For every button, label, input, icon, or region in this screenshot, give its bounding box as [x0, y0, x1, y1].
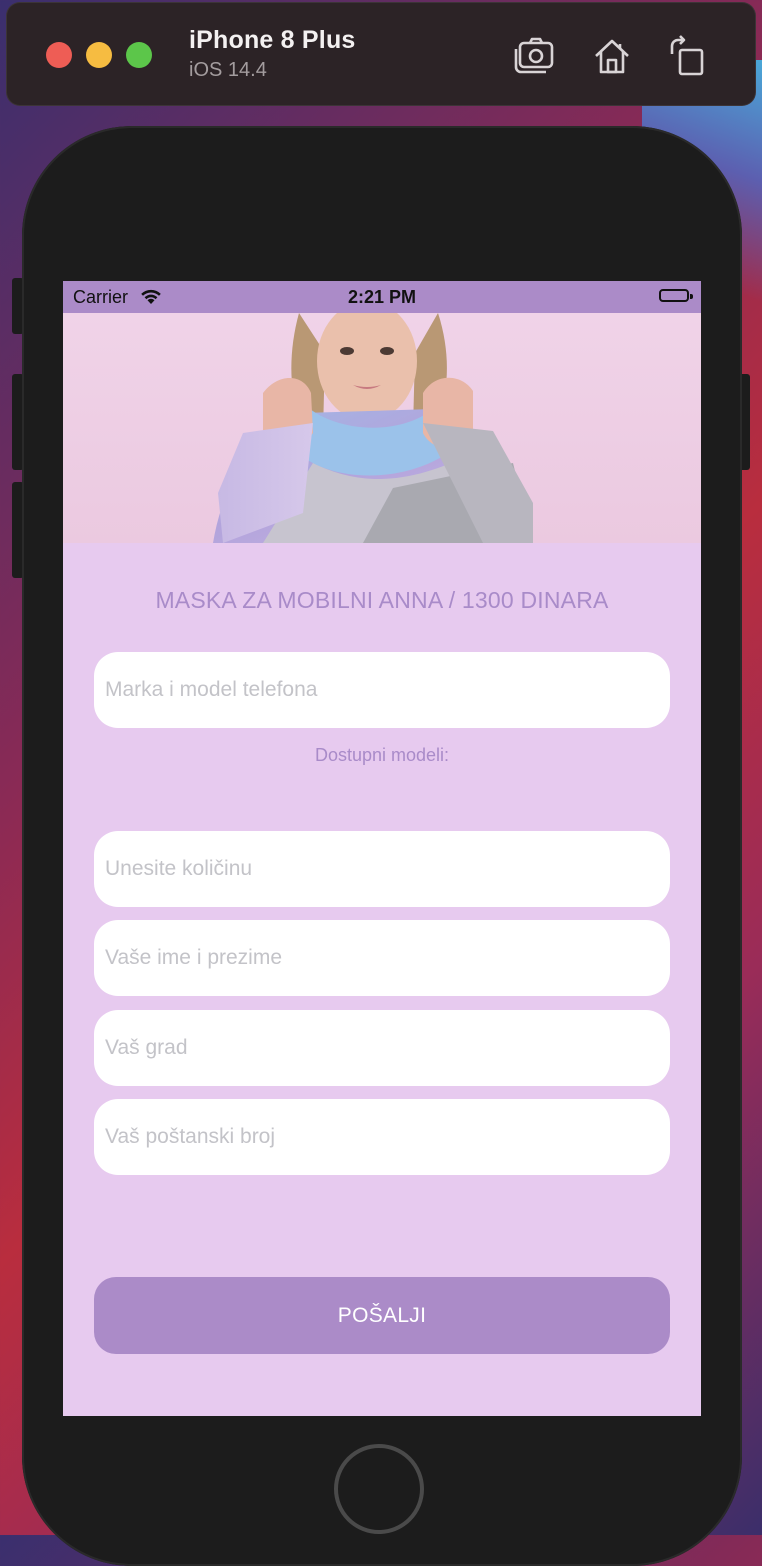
- phone-model-input[interactable]: [94, 652, 670, 728]
- os-version: iOS 14.4: [189, 59, 267, 81]
- zoom-window-button[interactable]: [126, 42, 152, 68]
- quantity-input[interactable]: [94, 831, 670, 907]
- postal-code-input[interactable]: [94, 1099, 670, 1175]
- home-button[interactable]: [334, 1444, 424, 1534]
- city-input[interactable]: [94, 1010, 670, 1086]
- status-time: 2:21 PM: [347, 287, 417, 307]
- simulator-title-bar: iPhone 8 Plus iOS 14.4: [6, 2, 756, 106]
- rotate-icon[interactable]: [662, 32, 710, 80]
- home-icon[interactable]: [588, 32, 636, 80]
- close-window-button[interactable]: [46, 42, 72, 68]
- product-title: MASKA ZA MOBILNI ANNA / 1300 DINARA: [155, 587, 609, 613]
- screenshot-icon[interactable]: [510, 32, 558, 80]
- product-photo: [63, 313, 701, 543]
- full-name-input[interactable]: [94, 920, 670, 996]
- app-screen: Carrier 2:21 PM MASKA ZA MOBILNI ANNA / …: [63, 281, 701, 1416]
- status-bar: Carrier 2:21 PM: [63, 281, 701, 313]
- battery-icon: [659, 289, 689, 302]
- available-models-label: Dostupni modeli:: [314, 745, 450, 765]
- minimize-window-button[interactable]: [86, 42, 112, 68]
- device-name: iPhone 8 Plus: [189, 26, 356, 54]
- submit-button[interactable]: POŠALJI: [94, 1277, 670, 1354]
